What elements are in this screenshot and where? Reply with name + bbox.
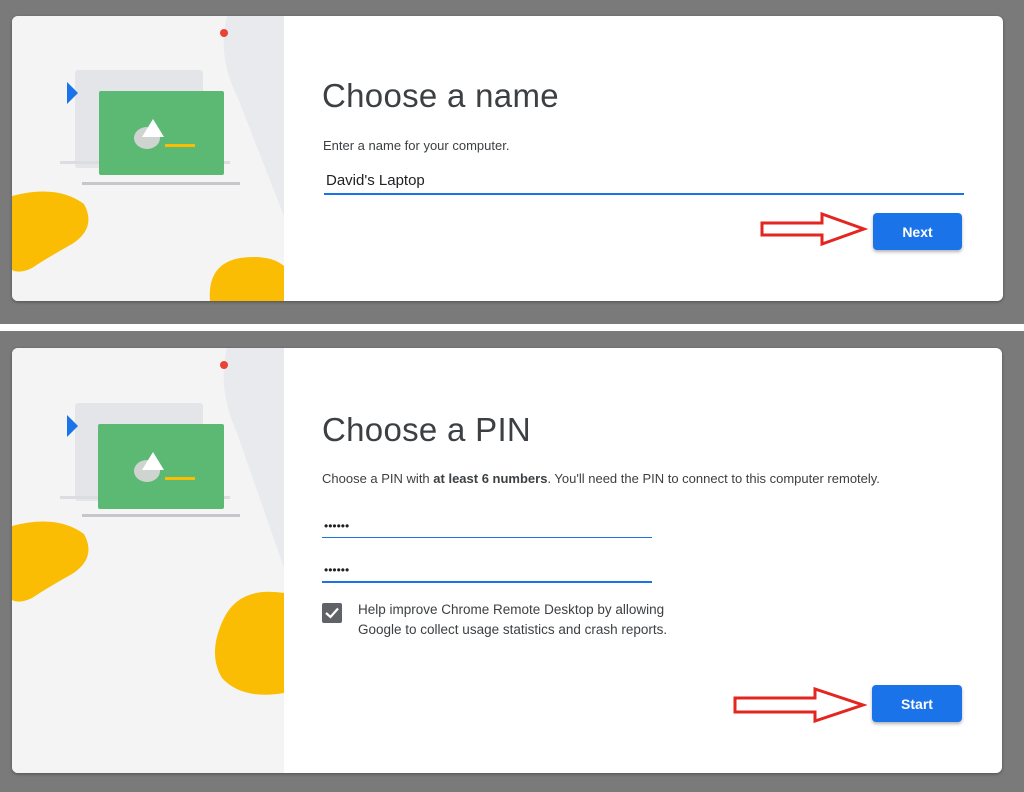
- pin-description-suffix: . You'll need the PIN to connect to this…: [547, 471, 880, 486]
- pin-confirm-input[interactable]: [322, 559, 652, 583]
- pin-description-text: Choose a PIN with: [322, 471, 434, 486]
- page-title: Choose a PIN: [322, 411, 532, 448]
- red-outline-arrow-icon: [733, 687, 867, 723]
- usage-stats-checkbox[interactable]: [322, 603, 342, 623]
- computer-name-input[interactable]: [324, 168, 964, 195]
- usage-stats-label: Help improve Chrome Remote Desktop by al…: [358, 602, 668, 637]
- start-button[interactable]: Start: [872, 685, 962, 722]
- pin-input[interactable]: [322, 514, 652, 538]
- laptop-illustration: [12, 348, 284, 773]
- pin-description: Choose a PIN with at least 6 numbers. Yo…: [322, 471, 880, 486]
- choose-pin-dialog: Choose a PIN Choose a PIN with at least …: [12, 348, 1002, 773]
- check-icon: [325, 607, 339, 619]
- red-outline-arrow-icon: [760, 212, 868, 246]
- next-button[interactable]: Next: [873, 213, 962, 250]
- page-title: Choose a name: [322, 77, 559, 114]
- laptop-illustration: [12, 16, 284, 301]
- name-description: Enter a name for your computer.: [323, 138, 510, 153]
- choose-name-dialog: Choose a name Enter a name for your comp…: [12, 16, 1003, 301]
- pin-requirement: at least 6 numbers: [433, 471, 548, 486]
